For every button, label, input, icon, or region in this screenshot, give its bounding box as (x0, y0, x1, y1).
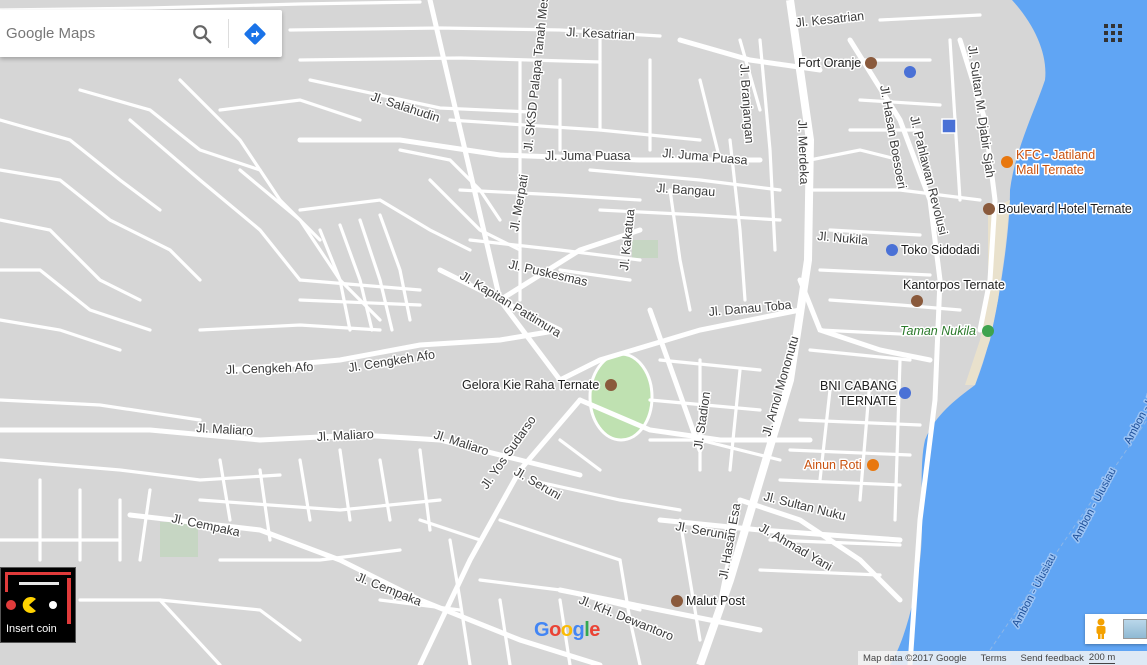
street-label: Jl. Kesatrian (566, 25, 635, 43)
street-label: Jl. Juma Puasa (662, 146, 748, 167)
street-label: Jl. Ahmad Yani (757, 520, 835, 573)
poi-label: Fort Oranje (798, 56, 861, 70)
poi-label: Taman Nukila (900, 324, 976, 338)
pegman-icon[interactable] (1093, 618, 1109, 640)
poi-label: Toko Sidodadi (901, 243, 980, 257)
shopping-icon (886, 244, 898, 256)
post-office-icon (911, 295, 923, 307)
poi-malut-post[interactable]: Malut Post (671, 593, 747, 610)
transit-icon[interactable] (941, 118, 957, 134)
street-label: Jl. Merdeka (795, 120, 811, 185)
street-label: Jl. Maliaro (432, 428, 491, 459)
logo-letter: o (560, 619, 573, 641)
map-data-attribution: Map data ©2017 Google (863, 652, 967, 664)
poi-gelora-stadium[interactable]: Gelora Kie Raha Ternate (461, 377, 617, 394)
post-office-icon (671, 595, 683, 607)
street-label: Jl. Maliaro (316, 427, 374, 444)
transit-icon[interactable] (904, 66, 916, 78)
restaurant-icon (867, 459, 879, 471)
street-label: Jl. Kakatua (617, 208, 637, 271)
restaurant-icon (1001, 156, 1013, 168)
scale-bar[interactable]: 200 m (1088, 652, 1116, 664)
apps-grid-icon[interactable] (1104, 24, 1122, 42)
google-logo: Google (534, 619, 600, 642)
street-label: Jl. Sultan M. Djabir Sjah (965, 44, 997, 178)
poi-label: Ainun Roti (804, 458, 862, 472)
street-label: Jl. Sultan Nuku (762, 489, 847, 523)
directions-icon[interactable] (243, 22, 267, 46)
poi-label: Kantorpos Ternate (903, 278, 1005, 292)
poi-toko-sidodadi[interactable]: Toko Sidodadi (886, 242, 981, 259)
landmark-icon (865, 57, 877, 69)
search-input[interactable] (4, 24, 178, 43)
poi-boulevard-hotel[interactable]: Boulevard Hotel Ternate (983, 201, 1133, 218)
street-label: Jl. Kesatrian (795, 9, 865, 30)
park-patch (632, 240, 658, 258)
search-icon[interactable] (191, 23, 213, 45)
search-box[interactable] (0, 10, 282, 57)
poi-label: Malut Post (686, 594, 746, 608)
poi-label: Boulevard Hotel Ternate (998, 202, 1132, 216)
poi-kfc[interactable]: KFC - Jatiland Mall Ternate (1001, 147, 1097, 179)
map-canvas[interactable]: Jl. Kesatrian Jl. Kesatrian Jl. SKSD Pal… (0, 0, 1147, 665)
send-feedback-link[interactable]: Send feedback (1021, 653, 1084, 664)
street-label: Jl. Salahudin (369, 90, 441, 125)
imagery-thumbnail[interactable] (1123, 619, 1147, 639)
pacman-label: Insert coin (6, 623, 57, 635)
major-road (696, 0, 815, 665)
map-footer: Map data ©2017 Google Terms Send feedbac… (858, 651, 1147, 665)
street-view-control (1085, 614, 1147, 644)
poi-ainun-roti[interactable]: Ainun Roti (803, 457, 879, 474)
street-label: Jl. Branjangan (737, 63, 757, 144)
poi-label: KFC - Jatiland (1016, 148, 1095, 162)
hotel-icon (983, 203, 995, 215)
pacman-game-tile[interactable]: Insert coin (0, 567, 76, 643)
street-label: Jl. Bangau (656, 181, 716, 199)
logo-letter: g (572, 619, 585, 641)
search-divider (228, 19, 229, 48)
street-label: Jl. Cempaka (354, 570, 424, 609)
street-label: Jl. Cengkeh Afo (226, 360, 314, 377)
street-label: Jl. Maliaro (196, 421, 254, 438)
street-label: Jl. SKSD Palapa Tanah Mes (521, 0, 551, 152)
poi-label: Gelora Kie Raha Ternate (462, 378, 599, 392)
logo-letter: e (589, 619, 600, 641)
stadium-icon (605, 379, 617, 391)
street-label: Jl. Juma Puasa (545, 149, 631, 163)
logo-letter: G (534, 619, 550, 641)
park-icon (982, 325, 994, 337)
poi-label: BNI CABANG (820, 379, 897, 393)
terms-link[interactable]: Terms (981, 653, 1007, 664)
logo-letter: o (549, 619, 561, 641)
bank-icon (899, 387, 911, 399)
poi-label-line2: TERNATE (839, 394, 896, 408)
street-label: Jl. Merpati (507, 173, 531, 232)
poi-label-line2: Mall Ternate (1016, 163, 1084, 177)
